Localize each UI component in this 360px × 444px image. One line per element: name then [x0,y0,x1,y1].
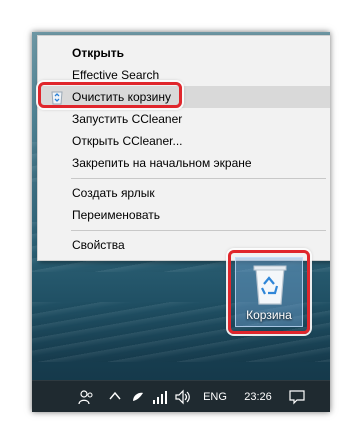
context-menu: Открыть Effective Search Очистить корзин… [37,35,330,261]
menu-item-create-shortcut[interactable]: Создать ярлык [38,182,330,204]
notifications-icon[interactable] [288,381,306,412]
people-icon[interactable] [78,381,96,412]
taskbar: ENG 23:26 [32,380,330,412]
network-icon[interactable] [152,381,168,412]
volume-icon[interactable] [174,381,190,412]
menu-separator [71,178,326,179]
clock[interactable]: 23:26 [238,381,278,412]
menu-item-open[interactable]: Открыть [38,42,330,64]
menu-separator [71,230,326,231]
language-indicator[interactable]: ENG [200,381,230,412]
menu-item-run-ccleaner[interactable]: Запустить CCleaner [38,108,330,130]
menu-item-rename[interactable]: Переименовать [38,204,330,226]
highlight-ring-menu-item [38,82,182,108]
menu-item-pin-to-start[interactable]: Закрепить на начальном экране [38,152,330,174]
desktop-screenshot: Открыть Effective Search Очистить корзин… [32,32,330,412]
sync-icon[interactable] [130,381,146,412]
menu-item-open-ccleaner[interactable]: Открыть CCleaner... [38,130,330,152]
chevron-up-icon[interactable] [108,381,124,412]
highlight-ring-desktop-icon [228,250,310,334]
